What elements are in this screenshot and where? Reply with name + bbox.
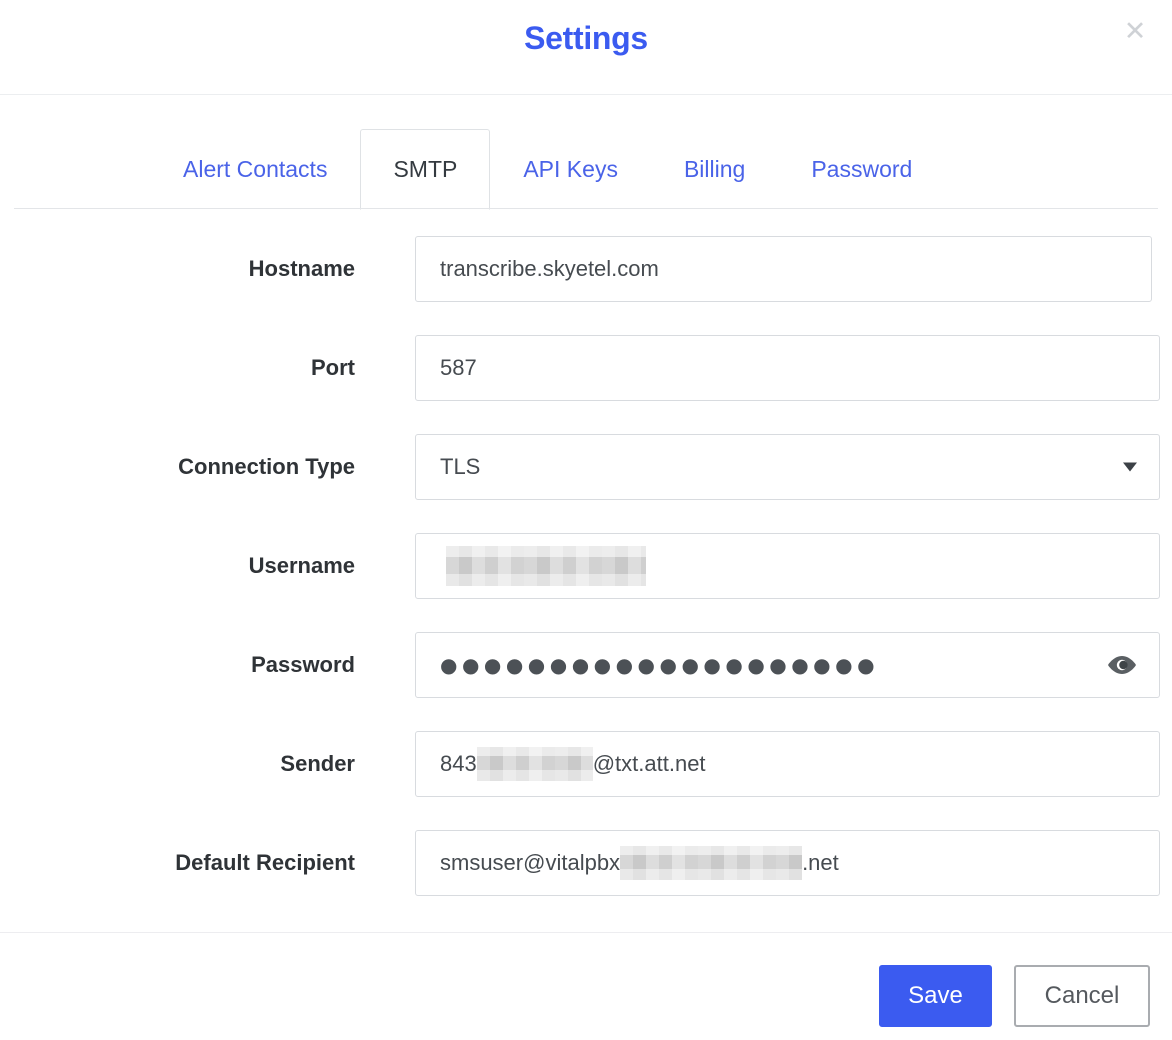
tab-alert-contacts[interactable]: Alert Contacts bbox=[150, 128, 360, 209]
hostname-label: Hostname bbox=[248, 255, 355, 281]
hostname-value: transcribe.skyetel.com bbox=[440, 255, 659, 281]
connection-type-select[interactable]: TLS bbox=[415, 433, 1160, 500]
password-input[interactable]: ●●●●●●●●●●●●●●●●●●●● bbox=[415, 631, 1160, 698]
connection-type-value: TLS bbox=[440, 453, 481, 479]
sender-field-wrapper: 843 @txt.att.net bbox=[415, 730, 1160, 797]
smtp-settings-form: Hostname transcribe.skyetel.com Port 587… bbox=[0, 209, 1172, 912]
footer-buttons: Save Cancel bbox=[879, 965, 1150, 1027]
tab-label: Alert Contacts bbox=[183, 155, 328, 182]
hostname-input[interactable]: transcribe.skyetel.com bbox=[415, 235, 1152, 302]
hostname-field-wrapper: transcribe.skyetel.com bbox=[415, 235, 1152, 302]
tab-smtp[interactable]: SMTP bbox=[360, 129, 491, 210]
tab-baseline-divider bbox=[14, 208, 1158, 209]
save-button[interactable]: Save bbox=[879, 965, 992, 1027]
form-row-connection-type: Connection Type TLS bbox=[0, 417, 1172, 516]
username-input[interactable] bbox=[415, 532, 1160, 599]
tab-list: Alert Contacts SMTP API Keys Billing Pas… bbox=[150, 95, 945, 210]
username-field-wrapper bbox=[415, 532, 1160, 599]
port-input[interactable]: 587 bbox=[415, 334, 1160, 401]
form-row-hostname: Hostname transcribe.skyetel.com bbox=[0, 219, 1172, 318]
tab-password[interactable]: Password bbox=[778, 128, 945, 209]
redacted-value bbox=[620, 845, 803, 880]
port-label: Port bbox=[311, 354, 355, 380]
port-field-wrapper: 587 bbox=[415, 334, 1160, 401]
sender-value-suffix: @txt.att.net bbox=[592, 750, 706, 776]
tab-label: Password bbox=[811, 155, 913, 182]
sender-label: Sender bbox=[280, 750, 355, 776]
connection-type-field-wrapper: TLS bbox=[415, 433, 1160, 500]
modal-header: Settings ✕ bbox=[0, 0, 1172, 95]
form-row-password: Password ●●●●●●●●●●●●●●●●●●●● bbox=[0, 615, 1172, 714]
default-recipient-value-suffix: .net bbox=[802, 849, 839, 875]
form-row-default-recipient: Default Recipient smsuser@vitalpbx .net bbox=[0, 813, 1172, 912]
redacted-value bbox=[476, 746, 593, 781]
tab-label: API Keys bbox=[523, 155, 618, 182]
tab-label: SMTP bbox=[393, 156, 458, 182]
form-row-port: Port 587 bbox=[0, 318, 1172, 417]
chevron-down-icon bbox=[1123, 462, 1137, 471]
form-row-username: Username bbox=[0, 516, 1172, 615]
cancel-button[interactable]: Cancel bbox=[1014, 965, 1150, 1027]
sender-value-prefix: 843 bbox=[440, 750, 477, 776]
tab-billing[interactable]: Billing bbox=[651, 128, 778, 209]
connection-type-label: Connection Type bbox=[178, 453, 355, 479]
tab-bar: Alert Contacts SMTP API Keys Billing Pas… bbox=[0, 95, 1172, 210]
eye-icon[interactable] bbox=[1105, 648, 1139, 682]
redacted-value bbox=[446, 545, 646, 586]
password-value: ●●●●●●●●●●●●●●●●●●●● bbox=[440, 652, 880, 677]
port-value: 587 bbox=[440, 354, 477, 380]
default-recipient-label: Default Recipient bbox=[175, 849, 355, 875]
close-icon[interactable]: ✕ bbox=[1120, 17, 1150, 47]
form-row-sender: Sender 843 @txt.att.net bbox=[0, 714, 1172, 813]
default-recipient-value-prefix: smsuser@vitalpbx bbox=[440, 849, 621, 875]
password-field-wrapper: ●●●●●●●●●●●●●●●●●●●● bbox=[415, 631, 1160, 698]
tab-api-keys[interactable]: API Keys bbox=[490, 128, 651, 209]
modal-footer: Save Cancel bbox=[0, 932, 1172, 1040]
default-recipient-input[interactable]: smsuser@vitalpbx .net bbox=[415, 829, 1160, 896]
tab-label: Billing bbox=[683, 155, 746, 182]
default-recipient-field-wrapper: smsuser@vitalpbx .net bbox=[415, 829, 1160, 896]
page-title: Settings bbox=[524, 20, 648, 56]
sender-input[interactable]: 843 @txt.att.net bbox=[415, 730, 1160, 797]
username-label: Username bbox=[248, 552, 355, 578]
password-label: Password bbox=[251, 651, 355, 677]
